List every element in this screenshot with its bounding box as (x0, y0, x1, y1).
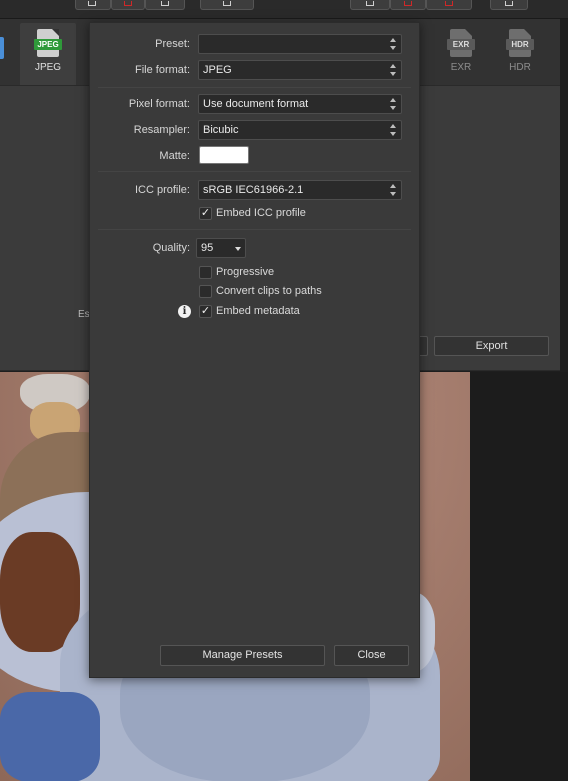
progressive-checkbox[interactable] (199, 266, 212, 279)
format-tab-exr[interactable]: EXR EXR (433, 23, 489, 85)
toolbar-grid-button[interactable] (350, 0, 390, 10)
icc-profile-value: sRGB IEC61966-2.1 (203, 184, 304, 196)
toolbar-export-button[interactable] (490, 0, 528, 10)
info-icon[interactable]: i (178, 305, 191, 318)
resampler-select[interactable]: Bicubic (198, 120, 402, 140)
toolbar-selection-button[interactable] (145, 0, 185, 10)
embed-icc-checkbox[interactable]: ✓ (199, 207, 212, 220)
convert-clips-option[interactable]: Convert clips to paths (199, 285, 389, 299)
marquee-red-icon (124, 1, 132, 6)
convert-clips-label: Convert clips to paths (216, 285, 322, 297)
progressive-option[interactable]: Progressive (199, 266, 389, 280)
format-tab-label: JPEG (34, 62, 62, 73)
file-format-select[interactable]: JPEG (198, 60, 402, 80)
embed-metadata-label: Embed metadata (216, 305, 300, 317)
quality-label: Quality: (152, 242, 190, 254)
close-button[interactable]: Close (334, 645, 409, 666)
brush-icon (445, 1, 453, 6)
embed-icc-label: Embed ICC profile (216, 207, 306, 219)
red-tool-icon (404, 1, 412, 6)
export-button[interactable]: Export (434, 336, 549, 356)
separator (98, 87, 411, 88)
jpeg-file-icon: JPEG (34, 29, 62, 57)
estimated-size-label: Es (78, 309, 90, 320)
preset-label: Preset: (155, 38, 190, 50)
stepper-icon (390, 184, 396, 196)
hdr-badge: HDR (506, 39, 534, 50)
format-tab-jpeg[interactable]: JPEG JPEG (20, 23, 76, 85)
toolbar-red-button[interactable] (390, 0, 426, 10)
toolbar-camera-button[interactable] (200, 0, 254, 10)
format-tab-label: EXR (450, 62, 472, 73)
stepper-icon (390, 98, 396, 110)
icc-profile-label: ICC profile: (134, 184, 190, 196)
embed-icc-option[interactable]: ✓ Embed ICC profile (199, 207, 389, 221)
toolbar-marquee-button[interactable] (75, 0, 111, 10)
right-panel (470, 372, 568, 781)
format-tab-hdr[interactable]: HDR HDR (492, 23, 548, 85)
preset-select[interactable] (198, 34, 402, 54)
file-format-value: JPEG (203, 64, 232, 76)
grid-icon (366, 1, 374, 6)
hdr-file-icon: HDR (506, 29, 534, 57)
toolbar-brush-button[interactable] (426, 0, 472, 10)
matte-color-swatch[interactable] (199, 146, 249, 164)
pixel-format-label: Pixel format: (128, 98, 190, 110)
stepper-icon (390, 124, 396, 136)
icc-profile-select[interactable]: sRGB IEC61966-2.1 (198, 180, 402, 200)
manage-presets-button[interactable]: Manage Presets (160, 645, 325, 666)
app-toolbar (0, 0, 568, 19)
quality-dropdown[interactable]: 95 (196, 238, 246, 258)
chevron-down-icon (235, 247, 241, 251)
pixel-format-value: Use document format (203, 98, 309, 110)
selection-icon (161, 1, 169, 6)
export-options-dialog: Preset: File format: JPEG Pixel format: … (89, 22, 420, 678)
exr-file-icon: EXR (447, 29, 475, 57)
convert-clips-checkbox[interactable] (199, 285, 212, 298)
embed-metadata-checkbox[interactable]: ✓ (199, 305, 212, 318)
camera-icon (223, 1, 231, 6)
pixel-format-select[interactable]: Use document format (198, 94, 402, 114)
resampler-label: Resampler: (133, 124, 190, 136)
file-format-label: File format: (134, 64, 190, 76)
format-tab-label: HDR (509, 62, 531, 73)
resampler-value: Bicubic (203, 124, 239, 136)
embed-metadata-option[interactable]: ✓ Embed metadata (199, 305, 389, 319)
progressive-label: Progressive (216, 266, 275, 278)
quality-value: 95 (201, 242, 214, 254)
stepper-icon (390, 38, 396, 50)
separator (98, 229, 411, 230)
jpeg-badge: JPEG (34, 39, 62, 50)
matte-label: Matte: (159, 150, 190, 162)
exr-badge: EXR (447, 39, 475, 50)
toolbar-marquee-red-button[interactable] (111, 0, 145, 10)
marquee-icon (88, 1, 96, 6)
png-format-icon[interactable] (0, 37, 4, 59)
stepper-icon (390, 64, 396, 76)
separator (98, 171, 411, 172)
export-icon (505, 1, 513, 6)
